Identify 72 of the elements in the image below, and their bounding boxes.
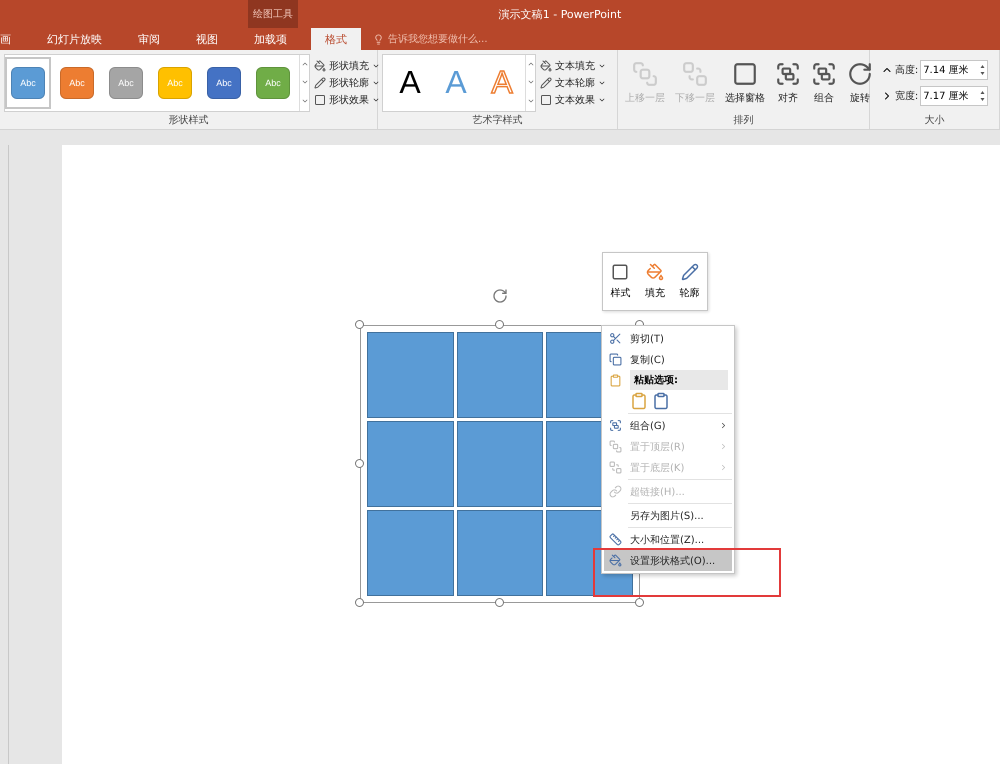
pencil-icon [314, 76, 326, 88]
group-label: 排列 [732, 114, 754, 128]
window-title: 演示文稿1 - PowerPoint [498, 6, 622, 22]
text-format-command[interactable]: 文本效果 [540, 92, 606, 106]
bring-front-icon [608, 440, 622, 453]
group-label: 形状样式 [168, 114, 210, 128]
arrange-button[interactable]: 对齐 [772, 60, 804, 104]
ribbon-tab[interactable]: 加载项 [242, 28, 299, 50]
group-icon [608, 419, 622, 432]
group-icon [811, 60, 837, 86]
ribbon-tab[interactable]: 审阅 [126, 28, 172, 50]
pencil-icon [680, 263, 699, 281]
arrange-button[interactable]: 选择窗格 [722, 60, 768, 104]
mini-toolbar-button[interactable]: 填充 [644, 263, 665, 300]
scissors-icon [608, 332, 622, 345]
spinner-icon[interactable] [980, 90, 986, 102]
mini-toolbar-button[interactable]: 样式 [610, 263, 630, 300]
text-format-command[interactable]: 文本填充 [540, 58, 606, 72]
paint-bucket-icon [608, 554, 622, 567]
menu-item[interactable]: 另存为图片(S)... [604, 505, 732, 526]
shape-format-command[interactable]: 形状轮廓 [314, 76, 380, 90]
resize-handle[interactable] [355, 320, 364, 329]
menu-item[interactable]: 设置形状格式(O)... [604, 550, 732, 571]
wordart-sample[interactable]: A [387, 64, 433, 101]
pencil-icon [540, 76, 552, 88]
resize-handle[interactable] [495, 598, 504, 607]
menu-item[interactable]: 大小和位置(Z)... [604, 529, 732, 550]
bring-forward-icon [632, 60, 658, 86]
context-tab-group: 绘图工具 [248, 0, 298, 28]
resize-handle[interactable] [355, 459, 364, 468]
selection-pane-icon [732, 60, 758, 86]
text-format-command[interactable]: 文本轮廓 [540, 76, 606, 90]
square-icon [314, 94, 326, 106]
size-field[interactable]: 7.17 厘米 [920, 86, 988, 106]
shape-format-command[interactable]: 形状填充 [314, 58, 380, 72]
ruler-icon [608, 533, 622, 546]
size-label: 高度: [894, 64, 918, 76]
paint-bucket-icon [314, 60, 326, 72]
rotate-handle-icon[interactable] [492, 288, 508, 304]
send-back-icon [608, 461, 622, 474]
align-icon [775, 60, 801, 86]
size-field[interactable]: 7.14 厘米 [920, 60, 988, 80]
rotate-icon [847, 60, 873, 86]
ribbon-tab[interactable]: 格式 [311, 28, 361, 50]
copy-icon [608, 353, 622, 366]
resize-handle[interactable] [355, 598, 364, 607]
paint-bucket-icon [646, 263, 664, 281]
size-label: 宽度: [894, 90, 918, 102]
paste-picture-icon[interactable] [652, 392, 670, 410]
menu-section-header: 粘贴选项: [630, 370, 728, 390]
shape-format-command[interactable]: 形状效果 [314, 92, 380, 106]
mini-toolbar-button[interactable]: 轮廓 [680, 263, 700, 300]
menu-item[interactable]: 剪切(T) [604, 328, 732, 349]
arrange-button[interactable]: 旋转 [844, 60, 876, 104]
paint-bucket-icon [540, 60, 552, 72]
menu-item[interactable]: 复制(C) [604, 349, 732, 370]
clipboard-icon [608, 374, 622, 386]
group-label: 大小 [924, 114, 946, 128]
group-label: 艺术字样式 [472, 114, 524, 128]
link-icon [608, 485, 622, 498]
lightbulb-icon [373, 34, 384, 44]
ribbon-tab[interactable]: 画 [0, 28, 23, 50]
send-backward-icon [682, 60, 708, 86]
spinner-icon[interactable] [980, 64, 986, 76]
square-icon [540, 94, 552, 106]
ribbon-tab[interactable]: 幻灯片放映 [35, 28, 114, 50]
resize-handle[interactable] [635, 598, 644, 607]
ribbon-tab[interactable]: 视图 [184, 28, 230, 50]
arrange-button[interactable]: 组合 [808, 60, 840, 104]
menu-item[interactable]: 组合(G) [604, 415, 732, 436]
resize-handle[interactable] [495, 320, 504, 329]
style-icon [611, 263, 630, 281]
